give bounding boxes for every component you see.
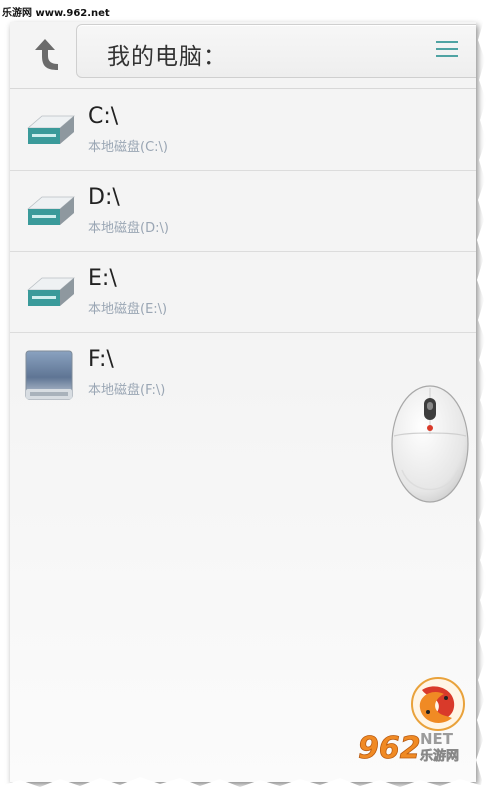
file-browser-window: 我的电脑： C:\ 本地磁盘(C:\) D:\ 本地磁盘(D:\) E:\ 本地… [10,22,476,782]
drive-item-e[interactable]: E:\ 本地磁盘(E:\) [10,252,476,333]
screenshot-frame: 乐游网 www.962.net 我的电脑： C:\ 本地磁盘(C:\) D:\ … [0,0,500,800]
drive-item-c[interactable]: C:\ 本地磁盘(C:\) [10,90,476,171]
site-logo: 962 NET 乐游网 [356,672,474,766]
logo-number: 962 [358,731,421,764]
drive-name: D:\ [88,185,120,210]
path-title: 我的电脑： [107,44,227,70]
drive-label: 本地磁盘(F:\) [88,383,166,398]
drive-item-d[interactable]: D:\ 本地磁盘(D:\) [10,171,476,252]
drive-label: 本地磁盘(C:\) [88,140,168,155]
drive-name: C:\ [88,104,119,129]
up-arrow-icon [35,39,58,70]
drive-label: 本地磁盘(E:\) [88,302,168,317]
logo-net: NET [420,730,454,748]
path-bar[interactable]: 我的电脑： [76,24,476,78]
header-bar: 我的电脑： [10,22,476,89]
hamburger-menu-icon[interactable] [435,39,459,59]
drive-name: E:\ [88,266,117,291]
logo-cn: 乐游网 [420,748,459,764]
drive-label: 本地磁盘(D:\) [88,221,169,236]
up-button[interactable] [22,32,66,76]
hard-drive-icon [22,187,78,237]
hard-drive-icon [22,268,78,318]
removable-drive-icon [22,349,78,400]
hard-drive-icon [22,106,78,156]
watermark-text: 乐游网 www.962.net [2,8,110,19]
drive-name: F:\ [88,347,114,372]
computer-mouse-icon [388,378,472,506]
